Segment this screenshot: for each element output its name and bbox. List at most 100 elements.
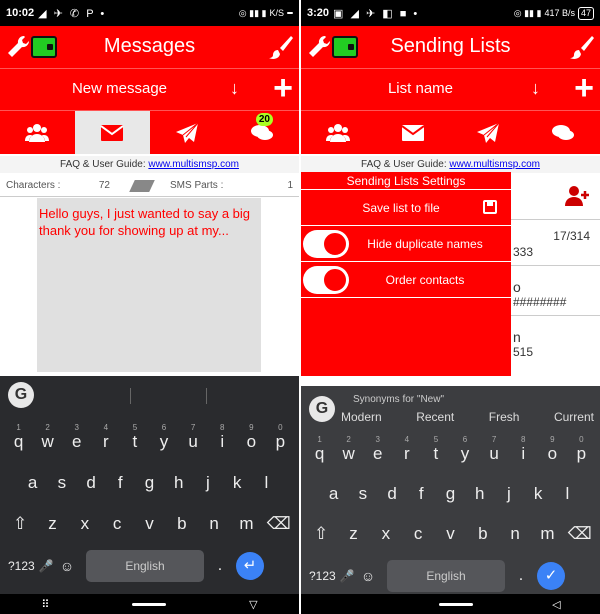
tab-compose[interactable]: [74, 111, 150, 154]
order-contacts-option[interactable]: Order contacts: [301, 262, 511, 298]
eraser-icon[interactable]: [129, 179, 155, 192]
key-o[interactable]: 9o: [239, 423, 263, 452]
key-n[interactable]: n: [202, 514, 226, 534]
add-button[interactable]: +: [273, 70, 293, 106]
key-u[interactable]: 7u: [482, 435, 506, 464]
mic-icon[interactable]: 🎤: [339, 569, 355, 583]
key-t[interactable]: 5t: [424, 435, 448, 464]
emoji-icon[interactable]: ☺: [355, 568, 381, 584]
key-c[interactable]: c: [105, 514, 129, 534]
key-u[interactable]: 7u: [181, 423, 205, 452]
key-r[interactable]: 4r: [94, 423, 118, 452]
arrow-down-icon[interactable]: ↓: [230, 78, 239, 99]
synonym-suggestion[interactable]: Recent: [416, 410, 454, 424]
key-w[interactable]: 2w: [337, 435, 361, 464]
tab-conversations[interactable]: 20: [224, 111, 299, 154]
hide-duplicates-option[interactable]: Hide duplicate names: [301, 226, 511, 262]
key-g[interactable]: g: [137, 473, 161, 493]
key-h[interactable]: h: [468, 484, 492, 504]
enter-key[interactable]: ↵: [236, 552, 264, 580]
key-b[interactable]: b: [471, 524, 495, 544]
add-button[interactable]: +: [574, 70, 594, 106]
synonym-suggestion[interactable]: Current: [554, 410, 594, 424]
key-z[interactable]: z: [40, 514, 64, 534]
key-t[interactable]: 5t: [123, 423, 147, 452]
synonym-suggestion[interactable]: Modern: [341, 410, 382, 424]
symbols-key[interactable]: ?123: [8, 559, 38, 573]
key-special[interactable]: ⇧: [8, 514, 32, 534]
space-key[interactable]: English: [86, 550, 204, 582]
key-a[interactable]: a: [322, 484, 346, 504]
keyboard-switch-icon[interactable]: ⠿: [41, 598, 49, 611]
message-input[interactable]: Hello guys, I just wanted to say a big t…: [37, 198, 261, 372]
key-l[interactable]: l: [555, 484, 579, 504]
key-y[interactable]: 6y: [152, 423, 176, 452]
key-x[interactable]: x: [374, 524, 398, 544]
key-y[interactable]: 6y: [453, 435, 477, 464]
brush-icon[interactable]: [269, 34, 293, 60]
key-m[interactable]: m: [535, 524, 559, 544]
key-v[interactable]: v: [438, 524, 462, 544]
save-list-option[interactable]: Save list to file: [301, 190, 511, 226]
back-icon[interactable]: ◁: [552, 598, 560, 611]
key-s[interactable]: s: [351, 484, 375, 504]
key-d[interactable]: d: [79, 473, 103, 493]
key-j[interactable]: j: [196, 473, 220, 493]
tab-compose[interactable]: [376, 111, 451, 154]
key-p[interactable]: 0p: [268, 423, 292, 452]
period-key[interactable]: .: [511, 567, 531, 585]
key-x[interactable]: x: [73, 514, 97, 534]
home-handle[interactable]: [439, 602, 474, 606]
key-m[interactable]: m: [234, 514, 258, 534]
period-key[interactable]: .: [210, 557, 230, 575]
key-k[interactable]: k: [526, 484, 550, 504]
key-b[interactable]: b: [170, 514, 194, 534]
key-r[interactable]: 4r: [395, 435, 419, 464]
key-f[interactable]: f: [409, 484, 433, 504]
key-e[interactable]: 3e: [366, 435, 390, 464]
list-name-bar[interactable]: List name ↓ +: [301, 68, 600, 110]
key-e[interactable]: 3e: [65, 423, 89, 452]
gboard-logo-icon[interactable]: G: [309, 396, 335, 422]
key-v[interactable]: v: [137, 514, 161, 534]
key-p[interactable]: 0p: [569, 435, 593, 464]
key-n[interactable]: n: [503, 524, 527, 544]
symbols-key[interactable]: ?123: [309, 569, 339, 583]
key-z[interactable]: z: [341, 524, 365, 544]
key-d[interactable]: d: [380, 484, 404, 504]
key-special[interactable]: ⌫: [267, 514, 291, 534]
key-q[interactable]: 1q: [7, 423, 31, 452]
key-f[interactable]: f: [108, 473, 132, 493]
order-contacts-toggle[interactable]: [303, 265, 349, 294]
new-message-bar[interactable]: New message ↓ +: [0, 68, 299, 110]
add-contact-icon[interactable]: [564, 185, 590, 207]
tab-contacts[interactable]: [301, 111, 376, 154]
key-special[interactable]: ⌫: [568, 524, 592, 544]
emoji-icon[interactable]: ☺: [54, 558, 80, 574]
tab-conversations[interactable]: [525, 111, 600, 154]
faq-link[interactable]: www.multismsp.com: [449, 159, 540, 170]
faq-link[interactable]: www.multismsp.com: [148, 159, 239, 170]
key-q[interactable]: 1q: [308, 435, 332, 464]
key-o[interactable]: 9o: [540, 435, 564, 464]
home-handle[interactable]: [132, 602, 167, 606]
arrow-down-icon[interactable]: ↓: [531, 78, 540, 99]
key-i[interactable]: 8i: [511, 435, 535, 464]
key-c[interactable]: c: [406, 524, 430, 544]
key-h[interactable]: h: [167, 473, 191, 493]
key-j[interactable]: j: [497, 484, 521, 504]
key-w[interactable]: 2w: [36, 423, 60, 452]
key-l[interactable]: l: [254, 473, 278, 493]
tab-send[interactable]: [451, 111, 526, 154]
gboard-logo-icon[interactable]: G: [8, 382, 34, 408]
tab-contacts[interactable]: [0, 111, 75, 154]
tab-send[interactable]: [150, 111, 225, 154]
enter-key[interactable]: ✓: [537, 562, 565, 590]
hide-duplicates-toggle[interactable]: [303, 229, 349, 258]
mic-icon[interactable]: 🎤: [38, 559, 54, 573]
synonym-suggestion[interactable]: Fresh: [489, 410, 520, 424]
brush-icon[interactable]: [570, 34, 594, 60]
back-icon[interactable]: ▽: [249, 598, 257, 611]
key-k[interactable]: k: [225, 473, 249, 493]
key-g[interactable]: g: [438, 484, 462, 504]
